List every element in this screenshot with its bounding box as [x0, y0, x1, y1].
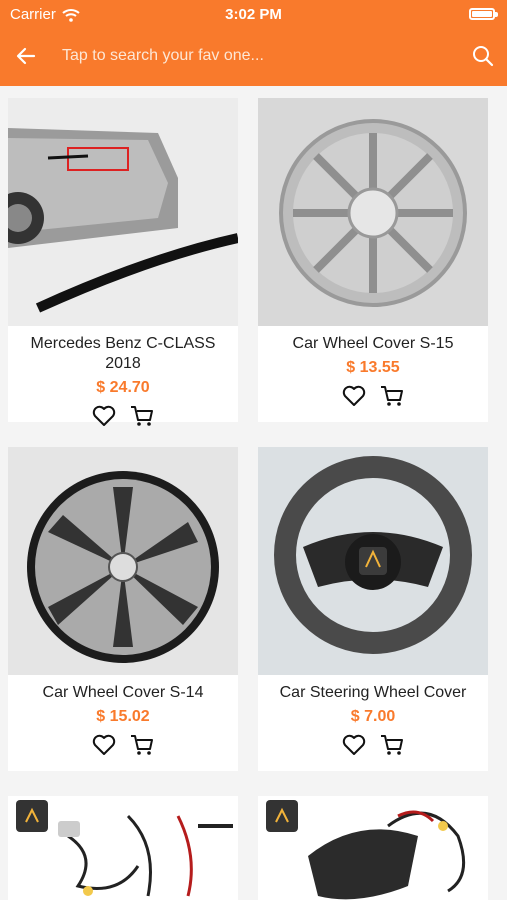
product-image — [258, 796, 488, 900]
product-image — [8, 98, 238, 326]
cart-icon[interactable] — [129, 732, 155, 758]
product-card[interactable] — [8, 796, 238, 900]
battery-icon — [469, 8, 498, 20]
heart-icon[interactable] — [341, 383, 367, 409]
product-image — [8, 447, 238, 675]
product-name: Car Wheel Cover S-14 — [42, 684, 204, 701]
app-header: Carrier 3:02 PM — [0, 0, 507, 86]
product-image — [258, 447, 488, 675]
product-name: Car Wheel Cover S-15 — [292, 335, 454, 352]
product-price: $ 13.55 — [346, 359, 400, 376]
product-name: Car Steering Wheel Cover — [279, 684, 467, 701]
product-image — [258, 98, 488, 326]
heart-icon[interactable] — [91, 732, 117, 758]
back-arrow-icon[interactable] — [14, 44, 38, 68]
product-card[interactable]: Mercedes Benz C-CLASS 2018 $ 24.70 — [8, 98, 238, 426]
product-card[interactable] — [258, 796, 488, 900]
search-icon[interactable] — [471, 44, 495, 68]
clock: 3:02 PM — [225, 6, 282, 23]
product-grid: Mercedes Benz C-CLASS 2018 $ 24.70 Car W… — [0, 86, 507, 900]
cart-icon[interactable] — [379, 383, 405, 409]
search-input[interactable] — [52, 40, 452, 72]
product-actions — [258, 732, 488, 758]
product-price: $ 7.00 — [350, 708, 396, 725]
brand-logo-icon — [266, 800, 298, 832]
cart-icon[interactable] — [379, 732, 405, 758]
product-actions — [258, 383, 488, 409]
product-card[interactable]: Car Wheel Cover S-14 $ 15.02 — [8, 447, 238, 771]
product-actions — [8, 732, 238, 758]
product-image — [8, 796, 238, 900]
product-price: $ 24.70 — [96, 379, 150, 396]
product-price: $ 15.02 — [96, 708, 150, 725]
status-bar: Carrier 3:02 PM — [0, 0, 507, 28]
heart-icon[interactable] — [341, 732, 367, 758]
product-card[interactable]: Car Wheel Cover S-15 $ 13.55 — [258, 98, 488, 422]
product-card[interactable]: Car Steering Wheel Cover $ 7.00 — [258, 447, 488, 771]
product-actions — [8, 403, 238, 429]
cart-icon[interactable] — [129, 403, 155, 429]
brand-logo-icon — [16, 800, 48, 832]
heart-icon[interactable] — [91, 403, 117, 429]
product-name: Mercedes Benz C-CLASS 2018 — [30, 335, 216, 372]
